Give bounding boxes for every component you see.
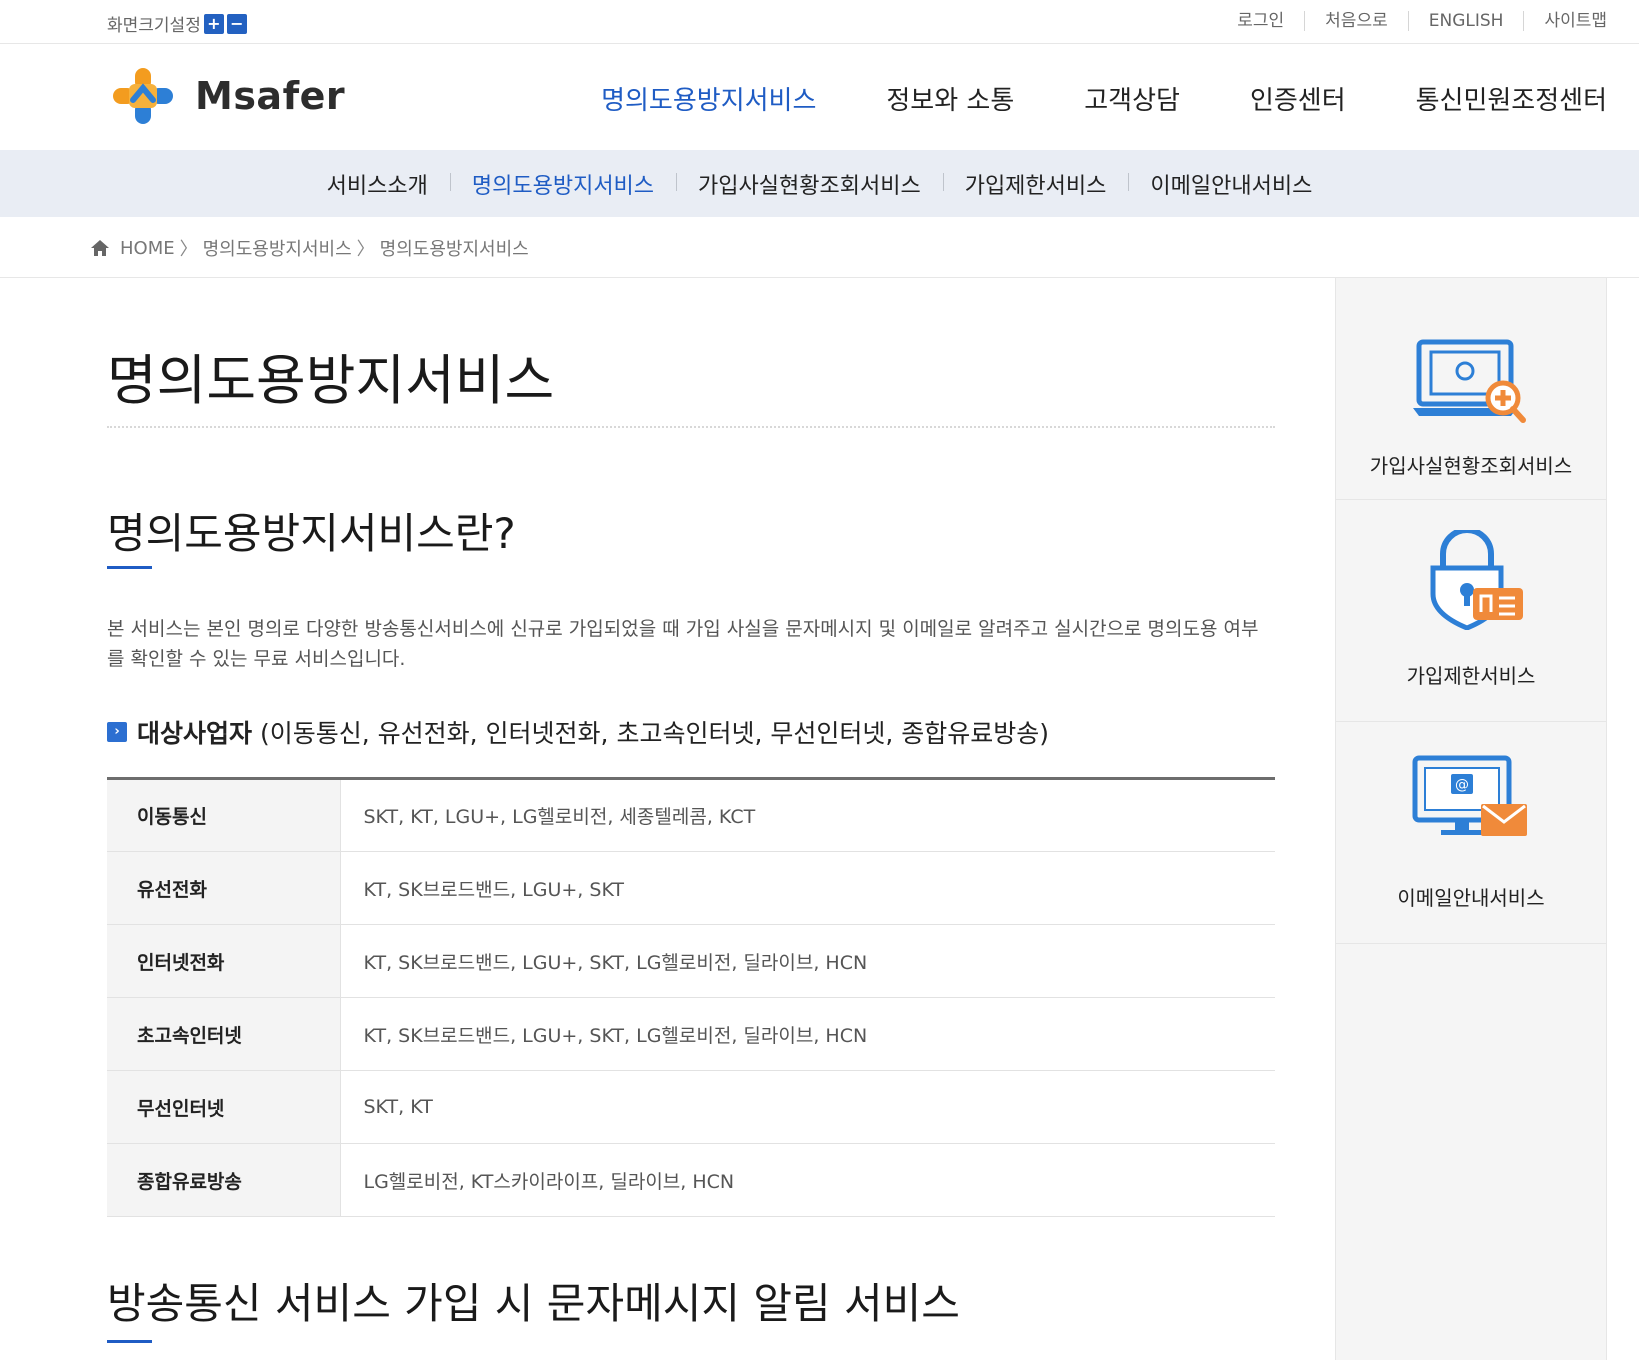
target-subtitle: (이동통신, 유선전화, 인터넷전화, 초고속인터넷, 무선인터넷, 종합유료방… [260,719,1049,748]
service-type-cell: 종합유료방송 [107,1143,341,1217]
section-title: 방송통신 서비스 가입 시 문자메시지 알림 서비스 [107,1279,960,1328]
table-row: 초고속인터넷 KT, SK브로드밴드, LGU+, SKT, LG헬로비전, 딜… [107,997,1275,1071]
subnav-item-subscription-lookup[interactable]: 가입사실현황조회서비스 [676,168,943,200]
section-title: 명의도용방지서비스란? [107,509,516,558]
quick-item-label: 가입제한서비스 [1406,664,1536,688]
quick-item-email-notice[interactable]: @ 이메일안내서비스 [1336,722,1606,944]
subnav-item-email-notice[interactable]: 이메일안내서비스 [1128,168,1334,200]
font-size-control: 화면크기설정 + − [107,11,247,36]
providers-cell: KT, SK브로드밴드, LGU+, SKT [340,851,1275,925]
login-link[interactable]: 로그인 [1217,11,1304,31]
header: Msafer 명의도용방지서비스 정보와 소통 고객상담 인증센터 통신민원조정… [0,44,1639,150]
gnb-item-auth[interactable]: 인증센터 [1250,80,1346,117]
sitemap-link[interactable]: 사이트맵 [1523,11,1607,31]
quick-menu: 가입사실현황조회서비스 가입제한서비스 @ 이메일안내서비스 [1335,278,1607,1360]
service-type-cell: 초고속인터넷 [107,997,341,1071]
logo-mark-icon [113,68,173,124]
lock-card-icon [1430,530,1523,630]
chevron-right-icon: 〉 [179,239,198,260]
font-size-increase-button[interactable]: + [203,13,224,34]
service-description: 본 서비스는 본인 명의로 다양한 방송통신서비스에 신규로 가입되었을 때 가… [107,618,1259,670]
provider-table: 이동통신 SKT, KT, LGU+, LG헬로비전, 세종텔레콤, KCT 유… [107,777,1275,1217]
quick-item-subscription-lookup[interactable]: 가입사실현황조회서비스 [1336,278,1606,500]
util-menu: 로그인 처음으로 ENGLISH 사이트맵 [1217,11,1607,31]
logo-text: Msafer [195,74,346,118]
font-size-label: 화면크기설정 [107,16,201,36]
gnb-item-info[interactable]: 정보와 소통 [886,80,1014,117]
providers-cell: KT, SK브로드밴드, LGU+, SKT, LG헬로비전, 딜라이브, HC… [340,997,1275,1071]
target-title: 대상사업자 [137,719,253,748]
subnav-item-identity-theft[interactable]: 명의도용방지서비스 [449,168,676,200]
table-row: 유선전화 KT, SK브로드밴드, LGU+, SKT [107,851,1275,925]
gnb-item-identity-theft[interactable]: 명의도용방지서비스 [601,80,816,117]
sub-nav: 서비스소개 명의도용방지서비스 가입사실현황조회서비스 가입제한서비스 이메일안… [0,150,1639,217]
quick-item-label: 가입사실현황조회서비스 [1369,454,1573,478]
providers-cell: SKT, KT, LGU+, LG헬로비전, 세종텔레콤, KCT [340,778,1275,852]
table-row: 인터넷전화 KT, SK브로드밴드, LGU+, SKT, LG헬로비전, 딜라… [107,924,1275,998]
service-type-cell: 무선인터넷 [107,1070,341,1144]
providers-cell: KT, SK브로드밴드, LGU+, SKT, LG헬로비전, 딜라이브, HC… [340,924,1275,998]
providers-cell: LG헬로비전, KT스카이라이프, 딜라이브, HCN [340,1143,1275,1217]
quick-item-label: 이메일안내서비스 [1397,886,1545,910]
breadcrumb-home[interactable]: HOME [120,238,175,259]
service-type-cell: 이동통신 [107,778,341,852]
logo[interactable]: Msafer [107,66,345,126]
chevron-right-square-icon: › [107,722,127,742]
gnb-item-dispute[interactable]: 통신민원조정센터 [1416,80,1607,117]
main-nav: 명의도용방지서비스 정보와 소통 고객상담 인증센터 통신민원조정센터 [531,80,1607,117]
home-link[interactable]: 처음으로 [1304,11,1408,31]
subnav-item-intro[interactable]: 서비스소개 [305,168,450,200]
section-title-bar [107,1340,152,1343]
chevron-right-icon: 〉 [356,239,375,260]
monitor-search-icon [1413,339,1526,423]
font-size-decrease-button[interactable]: − [226,13,247,34]
table-row: 종합유료방송 LG헬로비전, KT스카이라이프, 딜라이브, HCN [107,1143,1275,1217]
target-heading: › 대상사업자 (이동통신, 유선전화, 인터넷전화, 초고속인터넷, 무선인터… [107,714,1049,750]
service-type-cell: 인터넷전화 [107,924,341,998]
utility-bar: 화면크기설정 + − 로그인 처음으로 ENGLISH 사이트맵 [0,0,1639,44]
english-link[interactable]: ENGLISH [1407,11,1524,31]
page-title: 명의도용방지서비스 [107,349,555,412]
title-divider [107,426,1275,428]
gnb-item-support[interactable]: 고객상담 [1084,80,1180,117]
subnav-item-subscription-limit[interactable]: 가입제한서비스 [942,168,1129,200]
table-row: 이동통신 SKT, KT, LGU+, LG헬로비전, 세종텔레콤, KCT [107,778,1275,852]
breadcrumb-item[interactable]: 명의도용방지서비스 [380,235,529,261]
breadcrumb: HOME 〉 명의도용방지서비스 〉 명의도용방지서비스 [0,217,1639,278]
breadcrumb-item[interactable]: 명의도용방지서비스 [203,235,352,261]
section-title-bar [107,566,152,569]
quick-item-subscription-limit[interactable]: 가입제한서비스 [1336,500,1606,722]
monitor-mail-icon: @ [1412,755,1527,836]
home-icon[interactable] [90,239,110,257]
svg-text:@: @ [1455,777,1469,793]
providers-cell: SKT, KT [340,1070,1275,1144]
table-row: 무선인터넷 SKT, KT [107,1070,1275,1144]
service-type-cell: 유선전화 [107,851,341,925]
